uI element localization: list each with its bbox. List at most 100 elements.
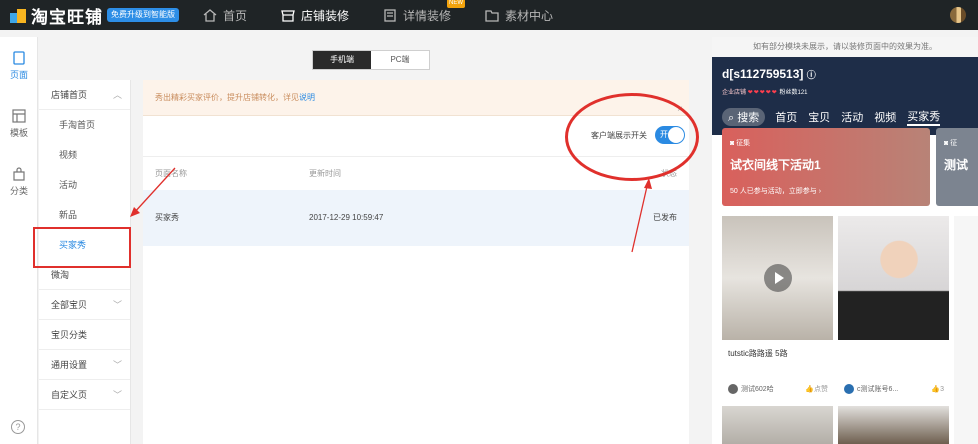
menu-item-new[interactable]: 新品 (39, 200, 130, 230)
photo-thumbnail (838, 216, 949, 340)
banner-desc: 50 人已参与活动，立即参与 › (730, 186, 821, 196)
menu-general-label: 通用设置 (51, 360, 88, 370)
play-icon[interactable] (764, 264, 792, 292)
home-icon (203, 8, 217, 22)
logo[interactable]: 淘宝旺铺 免费升级到智能版 (10, 0, 179, 30)
upgrade-badge[interactable]: 免费升级到智能版 (107, 8, 179, 22)
nav-home[interactable]: 首页 (203, 0, 247, 30)
logo-icon (10, 7, 26, 23)
menu-category[interactable]: 宝贝分类 (39, 320, 130, 350)
shop-name: d[s112759513] ⓘ (722, 67, 816, 81)
shop-tab-activity[interactable]: 活动 (841, 109, 863, 125)
menu-category-label: 宝贝分类 (51, 330, 88, 340)
bag-icon (13, 167, 25, 181)
avatar (728, 384, 738, 394)
video-thumbnail (722, 216, 833, 340)
camera-icon: ◙ (730, 140, 735, 147)
preview-scrollbar[interactable] (954, 216, 978, 444)
logo-text: 淘宝旺铺 (31, 7, 103, 27)
shop-name-text: d[s112759513] (722, 67, 804, 81)
menu-shop-home[interactable]: 店铺首页 ︿ (39, 80, 130, 110)
like-text: 点赞 (814, 386, 828, 393)
menu-general-settings[interactable]: 通用设置 ﹀ (39, 350, 130, 380)
menu-weitao-label: 微淘 (51, 270, 70, 280)
toolbar-category[interactable]: 分类 (0, 153, 38, 211)
buyer-show-card[interactable]: tutstic路路遥 5路 测试602哈 👍点赞 (722, 216, 833, 402)
shop-tab-home[interactable]: 首页 (775, 109, 797, 125)
nav-store-label: 店铺装修 (301, 8, 350, 23)
search-label: 搜索 (737, 112, 760, 124)
menu-shop-home-label: 店铺首页 (51, 90, 88, 100)
camera-icon: ◙ (944, 140, 949, 147)
heart-icons: ❤❤❤❤❤ (747, 90, 778, 96)
notice-text: 秀出精彩买家评价，提升店铺转化，详见 (155, 93, 299, 102)
toolbar-template-label: 模板 (9, 128, 28, 138)
card-user: c测试账号6... (857, 386, 899, 393)
device-switcher: 手机端 PC端 (312, 50, 430, 70)
tab-pc[interactable]: PC端 (371, 51, 429, 69)
table-row[interactable]: 买家秀 2017-12-29 10:59:47 已发布 (143, 190, 689, 246)
menu-item-video[interactable]: 视频 (39, 140, 130, 170)
like-count[interactable]: 👍3 (931, 385, 944, 393)
chevron-down-icon: ﹀ (112, 300, 122, 310)
nav-detail-decoration[interactable]: 详情装修 NEW (383, 0, 466, 30)
preview-tip: 如有部分模块未展示，请以装修页面中的效果为准。 (712, 37, 978, 57)
banner-desc-text: 50 人已参与活动，立即参与 (730, 188, 817, 195)
banner-tag: ◙ 征集 (730, 138, 750, 148)
new-badge: NEW (447, 0, 466, 8)
activity-banner[interactable]: ◙ 征集 试衣间线下活动1 50 人已参与活动，立即参与 › (722, 128, 930, 206)
card-meta: c测试账号6... 👍3 (844, 384, 944, 394)
highlight-ellipse (565, 93, 699, 181)
menu-all-items-label: 全部宝贝 (51, 300, 88, 310)
nav-home-label: 首页 (223, 8, 248, 23)
thumbs-up-icon: 👍 (931, 386, 941, 393)
toolbar-page-label: 页面 (9, 70, 28, 80)
info-icon[interactable]: ⓘ (807, 70, 816, 80)
notice-link[interactable]: 说明 (299, 93, 315, 102)
toolbar-category-label: 分类 (9, 186, 28, 196)
nav-material-label: 素材中心 (505, 8, 554, 23)
banner2-tag-text: 征 (950, 140, 958, 147)
buyer-show-card[interactable] (722, 406, 833, 444)
tab-mobile[interactable]: 手机端 (313, 51, 371, 69)
chevron-right-icon: › (818, 188, 822, 195)
row-status: 已发布 (653, 213, 677, 222)
toolbar-template[interactable]: 模板 (0, 95, 38, 153)
help-icon[interactable]: ? (11, 420, 25, 434)
row-name: 买家秀 (155, 213, 179, 222)
row-time: 2017-12-29 10:59:47 (309, 213, 384, 222)
shop-search[interactable]: ⌕ 搜索 (722, 108, 766, 126)
page-icon (13, 51, 25, 65)
menu-all-items[interactable]: 全部宝贝 ﹀ (39, 290, 130, 320)
shop-rating: 企业店铺 ❤❤❤❤❤ 粉丝数121 (722, 87, 808, 96)
menu-custom-page[interactable]: 自定义页 ﹀ (39, 380, 130, 410)
nav-material-center[interactable]: 素材中心 (485, 0, 553, 30)
like-count[interactable]: 👍点赞 (805, 384, 828, 394)
shop-tab-buyer-show[interactable]: 买家秀 (907, 108, 941, 126)
nav-store-decoration[interactable]: 店铺装修 (281, 0, 349, 30)
header-page-name: 页面名称 (155, 169, 187, 178)
template-icon (12, 109, 26, 123)
card-user: 测试602哈 (741, 386, 774, 393)
menu-custom-label: 自定义页 (51, 390, 88, 400)
shop-tab-items[interactable]: 宝贝 (808, 109, 830, 125)
banner2-title: 测试 (944, 158, 969, 172)
user-avatar[interactable] (950, 7, 966, 23)
shop-tab-video[interactable]: 视频 (874, 109, 896, 125)
shop-header: d[s112759513] ⓘ 企业店铺 ❤❤❤❤❤ 粉丝数121 ⌕ 搜索 首… (712, 57, 978, 135)
thumbs-up-icon: 👍 (805, 386, 814, 393)
toolbar-page[interactable]: 页面 (0, 37, 38, 95)
menu-item-activity[interactable]: 活动 (39, 170, 130, 200)
document-icon (384, 8, 396, 22)
like-text: 3 (940, 386, 944, 393)
shop-level: 企业店铺 (722, 90, 747, 96)
buyer-show-card[interactable]: c测试账号6... 👍3 (838, 216, 949, 402)
card-meta: 测试602哈 👍点赞 (728, 384, 828, 394)
banner-tag-text: 征集 (736, 140, 751, 147)
banner2-tag: ◙ 征 (944, 138, 957, 148)
banner-title: 试衣间线下活动1 (730, 158, 821, 172)
buyer-show-card[interactable] (838, 406, 949, 444)
search-icon: ⌕ (728, 112, 735, 124)
activity-banner-2[interactable]: ◙ 征 测试 (936, 128, 978, 206)
menu-item-mobile-home[interactable]: 手淘首页 (39, 110, 130, 140)
